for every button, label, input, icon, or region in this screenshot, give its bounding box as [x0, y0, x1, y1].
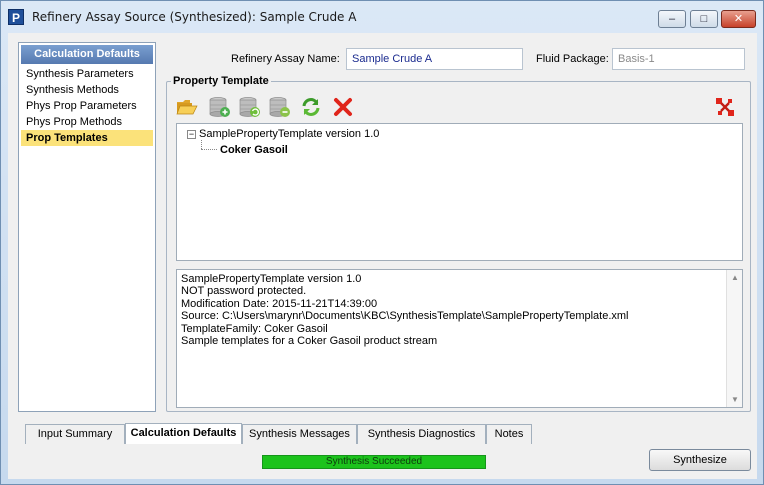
disconnect-icon	[716, 98, 734, 116]
close-button[interactable]: ✕	[721, 10, 756, 28]
info-line: SamplePropertyTemplate version 1.0	[181, 273, 362, 285]
tree-node-coker-gasoil[interactable]: Coker Gasoil	[220, 144, 288, 156]
window-title: Refinery Assay Source (Synthesized): Sam…	[32, 10, 357, 24]
tab-notes[interactable]: Notes	[486, 424, 532, 444]
client-area: Calculation Defaults Synthesis Parameter…	[8, 33, 757, 479]
delete-button[interactable]	[331, 95, 355, 119]
left-nav-panel: Calculation Defaults Synthesis Parameter…	[18, 42, 156, 412]
tab-synthesis-messages[interactable]: Synthesis Messages	[242, 424, 357, 444]
sidebar-item-phys-prop-methods[interactable]: Phys Prop Methods	[21, 114, 153, 130]
refresh-database-icon	[239, 97, 260, 117]
info-line: Source: C:\Users\marynr\Documents\KBC\Sy…	[181, 310, 629, 323]
tab-calculation-defaults[interactable]: Calculation Defaults	[125, 423, 242, 444]
tab-synthesis-diagnostics[interactable]: Synthesis Diagnostics	[357, 424, 486, 444]
sidebar-item-phys-prop-parameters[interactable]: Phys Prop Parameters	[21, 98, 153, 114]
maximize-button[interactable]: □	[690, 10, 718, 28]
tree-connector	[201, 140, 202, 149]
delete-database-button[interactable]	[268, 95, 292, 119]
info-line: Sample templates for a Coker Gasoil prod…	[181, 335, 438, 348]
refresh-database-button[interactable]	[238, 95, 262, 119]
tree-node-root[interactable]: − SamplePropertyTemplate version 1.0	[187, 128, 379, 140]
add-database-icon	[209, 97, 230, 117]
app-logo-icon: P	[8, 9, 24, 25]
refresh-icon	[302, 98, 320, 116]
template-tree: − SamplePropertyTemplate version 1.0 Coke…	[176, 123, 743, 261]
scroll-up-icon[interactable]: ▲	[731, 273, 739, 282]
add-database-button[interactable]	[208, 95, 232, 119]
template-toolbar	[175, 95, 745, 119]
status-badge: Synthesis Succeeded	[262, 455, 486, 469]
tab-input-summary[interactable]: Input Summary	[25, 424, 125, 444]
synthesize-button[interactable]: Synthesize	[649, 449, 751, 471]
refresh-button[interactable]	[299, 95, 323, 119]
sidebar-item-synthesis-methods[interactable]: Synthesis Methods	[21, 82, 153, 98]
collapse-icon[interactable]: −	[187, 130, 196, 139]
info-line: Modification Date: 2015-11-21T14:39:00	[181, 297, 378, 310]
left-nav-header: Calculation Defaults	[21, 45, 153, 64]
info-line: TemplateFamily: Coker Gasoil	[181, 322, 328, 335]
template-info-text: SamplePropertyTemplate version 1.0 NOT p…	[181, 273, 629, 347]
scroll-down-icon[interactable]: ▼	[731, 395, 739, 404]
info-scrollbar[interactable]: ▲ ▼	[726, 270, 742, 407]
sidebar-item-prop-templates[interactable]: Prop Templates	[21, 130, 153, 146]
delete-icon	[334, 98, 352, 116]
disconnect-button[interactable]	[713, 95, 737, 119]
tree-root-label: SamplePropertyTemplate version 1.0	[199, 128, 380, 140]
assay-name-label: Refinery Assay Name:	[231, 53, 340, 65]
fluid-package-field[interactable]: Basis-1	[612, 48, 745, 70]
open-folder-icon	[176, 100, 198, 115]
property-template-title: Property Template	[171, 75, 271, 87]
assay-window: P Refinery Assay Source (Synthesized): S…	[0, 0, 764, 485]
tree-connector	[201, 149, 217, 150]
info-line: NOT password protected.	[181, 285, 307, 298]
assay-name-field[interactable]: Sample Crude A	[346, 48, 523, 70]
property-template-group: Property Template − SamplePropertyTempla…	[166, 75, 751, 412]
fluid-package-label: Fluid Package:	[536, 53, 609, 65]
minimize-button[interactable]: –	[658, 10, 686, 28]
template-info-box[interactable]: SamplePropertyTemplate version 1.0 NOT p…	[176, 269, 743, 408]
sidebar-item-synthesis-parameters[interactable]: Synthesis Parameters	[21, 66, 153, 82]
delete-database-icon	[269, 97, 290, 117]
open-folder-button[interactable]	[175, 95, 199, 119]
title-bar[interactable]: P Refinery Assay Source (Synthesized): S…	[1, 1, 763, 31]
